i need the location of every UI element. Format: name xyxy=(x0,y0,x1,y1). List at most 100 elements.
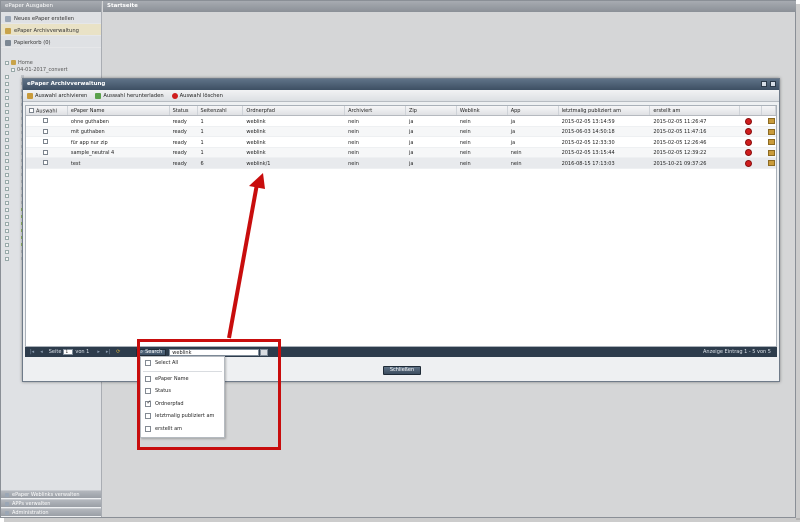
expand-icon[interactable] xyxy=(5,123,9,128)
expand-icon[interactable] xyxy=(5,186,9,191)
window-toolbar: Auswahl archivieren Auswahl herunterlade… xyxy=(23,90,779,102)
tree-node-home[interactable]: Home xyxy=(1,59,101,66)
panel-weblinks[interactable]: ePaper Weblinks verwalten xyxy=(1,490,101,499)
download-selection-button[interactable]: Auswahl herunterladen xyxy=(95,92,164,99)
delete-icon[interactable] xyxy=(745,117,753,125)
expand-icon[interactable] xyxy=(5,193,9,198)
row-checkbox[interactable] xyxy=(43,139,48,144)
table-row[interactable]: für app nur zip ready 1 weblink nein ja nein ja… xyxy=(26,137,776,148)
archive-selection-button[interactable]: Auswahl archivieren xyxy=(27,92,87,99)
row-checkbox[interactable] xyxy=(43,118,48,123)
expand-icon[interactable] xyxy=(5,242,9,247)
last-page-icon[interactable]: ▸| xyxy=(106,349,110,355)
expand-icon[interactable] xyxy=(5,116,9,121)
sidebar-item-archive[interactable]: ePaper Archivverwaltung xyxy=(1,24,101,36)
expand-icon[interactable] xyxy=(5,235,9,240)
column-label: erstellt am xyxy=(653,108,681,114)
column-header[interactable]: Weblink xyxy=(457,106,508,115)
prev-page-icon[interactable]: ◂ xyxy=(40,349,43,355)
close-button[interactable]: Schließen xyxy=(383,366,421,375)
expand-icon[interactable] xyxy=(5,74,9,79)
row-checkbox[interactable] xyxy=(43,160,48,165)
page-number-input[interactable]: 1 xyxy=(63,349,74,355)
column-label: ePaper Name xyxy=(70,108,105,114)
expand-icon[interactable] xyxy=(5,249,9,254)
delete-icon[interactable] xyxy=(745,138,753,146)
cell-zip: ja xyxy=(408,118,414,125)
expand-icon[interactable] xyxy=(5,256,9,261)
row-checkbox[interactable] xyxy=(43,149,48,155)
first-page-icon[interactable]: |◂ xyxy=(30,349,34,355)
expand-icon[interactable] xyxy=(5,102,9,107)
delete-icon[interactable] xyxy=(745,128,753,135)
cell-created: 2015-10-21 09:37:26 xyxy=(653,160,707,167)
column-header[interactable]: Ordnerpfad xyxy=(243,106,346,115)
expand-icon[interactable] xyxy=(5,165,9,170)
window-titlebar[interactable]: ePaper Archivverwaltung xyxy=(23,79,779,90)
archive-icon xyxy=(5,28,11,34)
expand-icon[interactable] xyxy=(5,221,9,226)
expand-icon[interactable] xyxy=(5,228,9,233)
column-header[interactable]: erstellt am xyxy=(650,106,741,115)
tree-node-convert[interactable]: 04-01-2017_convert xyxy=(1,66,101,73)
expand-icon[interactable] xyxy=(5,144,9,149)
cell-status: ready xyxy=(172,118,187,125)
column-header[interactable]: Archiviert xyxy=(345,106,406,115)
cell-archived: nein xyxy=(348,129,359,135)
column-header[interactable]: App xyxy=(508,106,559,115)
expand-icon[interactable] xyxy=(5,158,9,163)
table-row[interactable]: test ready 6 weblink/1 nein ja nein nein 2016-08… xyxy=(26,158,776,169)
table-row[interactable]: sample_neutral 4 ready 1 weblink nein ja nein n… xyxy=(26,147,776,158)
panel-apps[interactable]: APPs verwalten xyxy=(1,499,101,508)
archive-box-icon[interactable] xyxy=(768,139,776,145)
cell-zip: ja xyxy=(408,160,414,167)
cell-published: 2016-08-15 17:13:03 xyxy=(561,160,615,167)
expand-icon[interactable] xyxy=(5,137,9,142)
expand-icon[interactable] xyxy=(5,109,9,114)
row-checkbox[interactable] xyxy=(43,128,48,134)
expand-icon[interactable] xyxy=(11,67,15,72)
archive-box-icon[interactable] xyxy=(768,160,776,166)
column-header[interactable]: letztmalig publiziert am xyxy=(559,106,651,115)
expand-icon[interactable] xyxy=(5,207,9,212)
select-all-checkbox[interactable] xyxy=(29,107,34,113)
expand-icon[interactable] xyxy=(5,95,9,100)
next-page-icon[interactable]: ▸ xyxy=(97,349,100,355)
column-header[interactable]: Seitenzahl xyxy=(198,106,244,115)
column-header[interactable]: ePaper Name xyxy=(68,106,170,115)
column-header[interactable] xyxy=(762,106,776,115)
panel-administration[interactable]: Administration xyxy=(1,508,101,517)
table-row[interactable]: ohne guthaben ready 1 weblink nein ja nein ja 20… xyxy=(26,116,776,127)
maximize-icon[interactable] xyxy=(761,81,767,87)
cell-name: test xyxy=(70,160,81,167)
expand-icon[interactable] xyxy=(5,60,9,65)
cell-path: weblink xyxy=(246,139,266,146)
column-header[interactable] xyxy=(740,106,763,115)
delete-icon[interactable] xyxy=(745,159,753,167)
page-label: Seite xyxy=(48,349,62,355)
sidebar-item-trash[interactable]: Papierkorb (0) xyxy=(1,36,101,48)
archive-box-icon[interactable] xyxy=(768,149,776,156)
archive-box-icon[interactable] xyxy=(768,128,776,135)
column-header[interactable]: Status xyxy=(170,106,198,115)
refresh-icon[interactable]: ⟳ xyxy=(116,349,120,355)
expand-icon[interactable] xyxy=(5,172,9,177)
sidebar-header[interactable]: ePaper Ausgaben xyxy=(1,1,101,12)
close-icon[interactable] xyxy=(770,81,776,87)
table-row[interactable]: mit guthaben ready 1 weblink nein ja nein ja 201… xyxy=(26,126,776,137)
expand-icon[interactable] xyxy=(5,214,9,219)
column-header[interactable]: Zip xyxy=(406,106,457,115)
panel-label: Administration xyxy=(12,509,49,516)
delete-icon[interactable] xyxy=(745,149,753,156)
expand-icon[interactable] xyxy=(5,130,9,135)
expand-icon[interactable] xyxy=(5,88,9,93)
expand-icon[interactable] xyxy=(5,200,9,205)
expand-icon[interactable] xyxy=(5,81,9,86)
sidebar-item-new-epaper[interactable]: Neues ePaper erstellen xyxy=(1,12,101,24)
column-header[interactable]: Auswahl xyxy=(26,106,68,115)
expand-icon[interactable] xyxy=(5,179,9,184)
sidebar-bottom-panels: ePaper Weblinks verwalten APPs verwalten… xyxy=(1,490,101,517)
archive-box-icon[interactable] xyxy=(768,118,776,124)
delete-selection-button[interactable]: Auswahl löschen xyxy=(171,92,223,99)
expand-icon[interactable] xyxy=(5,151,9,156)
